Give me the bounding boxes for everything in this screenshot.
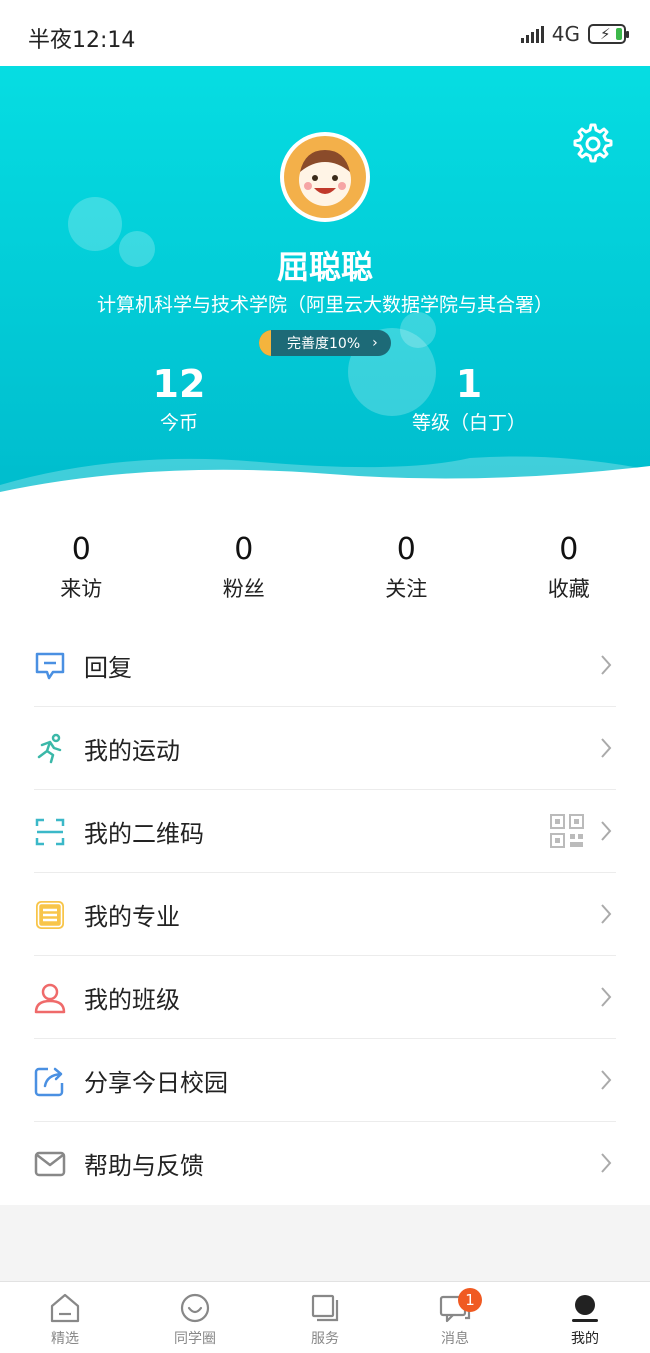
settings-gear-icon[interactable] — [568, 121, 614, 167]
smile-icon — [180, 1293, 210, 1323]
tab-label: 我的 — [571, 1331, 599, 1347]
menu-item-class[interactable]: 我的班级 — [0, 956, 650, 1039]
menu-label: 我的专业 — [84, 903, 180, 931]
status-indicators: 4G ⚡ — [520, 22, 629, 46]
counter-value: 0 — [71, 532, 91, 567]
tab-label: 精选 — [51, 1331, 79, 1347]
menu-label: 我的班级 — [84, 986, 180, 1014]
menu-list: 回复 我的运动 我的二维码 我的专业 我的班级 分享今日校园 帮助与反馈 — [0, 624, 650, 1205]
menu-label: 回复 — [84, 654, 132, 682]
user-college: 计算机科学与技术学院（阿里云大数据学院与其合署） — [96, 294, 553, 316]
chevron-right-icon — [601, 987, 612, 1007]
chevron-right-icon — [601, 655, 612, 675]
completion-badge[interactable]: 完善度10% › — [259, 330, 391, 356]
mail-icon — [34, 1148, 66, 1180]
list-icon — [34, 899, 66, 931]
status-time: 半夜12:14 — [28, 28, 136, 53]
qr-code-icon — [550, 814, 584, 848]
status-bar: 半夜12:14 4G ⚡ — [0, 0, 650, 66]
header-wave — [0, 456, 650, 500]
counter-label: 收藏 — [547, 577, 590, 601]
menu-label: 我的运动 — [84, 737, 180, 765]
network-type: 4G — [551, 22, 580, 46]
tab-label: 同学圈 — [174, 1331, 216, 1347]
smiley-avatar-icon — [284, 136, 366, 218]
coins-value: 12 — [152, 362, 206, 406]
menu-item-feedback[interactable]: 帮助与反馈 — [0, 1122, 650, 1205]
tab-classmates[interactable]: 同学圈 — [130, 1282, 260, 1353]
completion-label: 完善度10% — [287, 336, 361, 352]
user-name: 屈聪聪 — [276, 248, 373, 286]
bottom-tab-bar: 精选 同学圈 服务 1 消息 我的 — [0, 1281, 650, 1353]
tab-mine[interactable]: 我的 — [520, 1282, 650, 1353]
visitors-counter[interactable]: 0 来访 — [0, 500, 163, 624]
tab-label: 服务 — [311, 1331, 339, 1347]
completion-bar — [259, 330, 271, 356]
menu-label: 我的二维码 — [84, 820, 204, 848]
signal-icon — [520, 25, 544, 43]
chevron-right-icon — [601, 1070, 612, 1090]
home-icon — [50, 1293, 80, 1323]
avatar[interactable] — [280, 132, 370, 222]
person-icon — [34, 982, 66, 1014]
menu-item-sports[interactable]: 我的运动 — [0, 707, 650, 790]
counter-label: 关注 — [385, 577, 428, 601]
menu-label: 分享今日校园 — [84, 1069, 228, 1097]
level-value: 1 — [455, 362, 483, 406]
counter-value: 0 — [559, 532, 579, 567]
favorites-counter[interactable]: 0 收藏 — [488, 500, 650, 624]
stats-row: 0 来访 0 粉丝 0 关注 0 收藏 — [0, 500, 650, 624]
battery-icon: ⚡ — [588, 24, 629, 44]
running-icon — [34, 733, 66, 765]
reply-icon — [34, 650, 66, 682]
tab-label: 消息 — [441, 1331, 469, 1347]
chevron-right-icon — [601, 1153, 612, 1173]
share-icon — [34, 1065, 66, 1097]
menu-item-share[interactable]: 分享今日校园 — [0, 1039, 650, 1122]
profile-icon — [572, 1295, 598, 1322]
counter-value: 0 — [396, 532, 416, 567]
menu-item-reply[interactable]: 回复 — [0, 624, 650, 707]
level-stat[interactable]: 1 等级（白丁） — [369, 362, 569, 435]
coins-stat[interactable]: 12 今币 — [79, 362, 279, 435]
fans-counter[interactable]: 0 粉丝 — [163, 500, 326, 624]
services-icon — [311, 1294, 339, 1322]
decor-bubble — [400, 312, 436, 348]
menu-item-major[interactable]: 我的专业 — [0, 873, 650, 956]
counter-label: 粉丝 — [222, 577, 265, 601]
scan-icon — [34, 816, 66, 848]
chevron-right-icon: › — [372, 335, 378, 351]
following-counter[interactable]: 0 关注 — [325, 500, 488, 624]
tab-services[interactable]: 服务 — [260, 1282, 390, 1353]
menu-item-qrcode[interactable]: 我的二维码 — [0, 790, 650, 873]
chevron-right-icon — [601, 904, 612, 924]
counter-label: 来访 — [60, 577, 103, 601]
chevron-right-icon — [601, 821, 612, 841]
menu-label: 帮助与反馈 — [84, 1152, 204, 1180]
tab-messages[interactable]: 1 消息 — [390, 1282, 520, 1353]
chevron-right-icon — [601, 738, 612, 758]
tab-featured[interactable]: 精选 — [0, 1282, 130, 1353]
counter-value: 0 — [234, 532, 254, 567]
profile-header: 屈聪聪 计算机科学与技术学院（阿里云大数据学院与其合署） 完善度10% › 12… — [0, 66, 650, 500]
unread-badge: 1 — [458, 1288, 482, 1312]
